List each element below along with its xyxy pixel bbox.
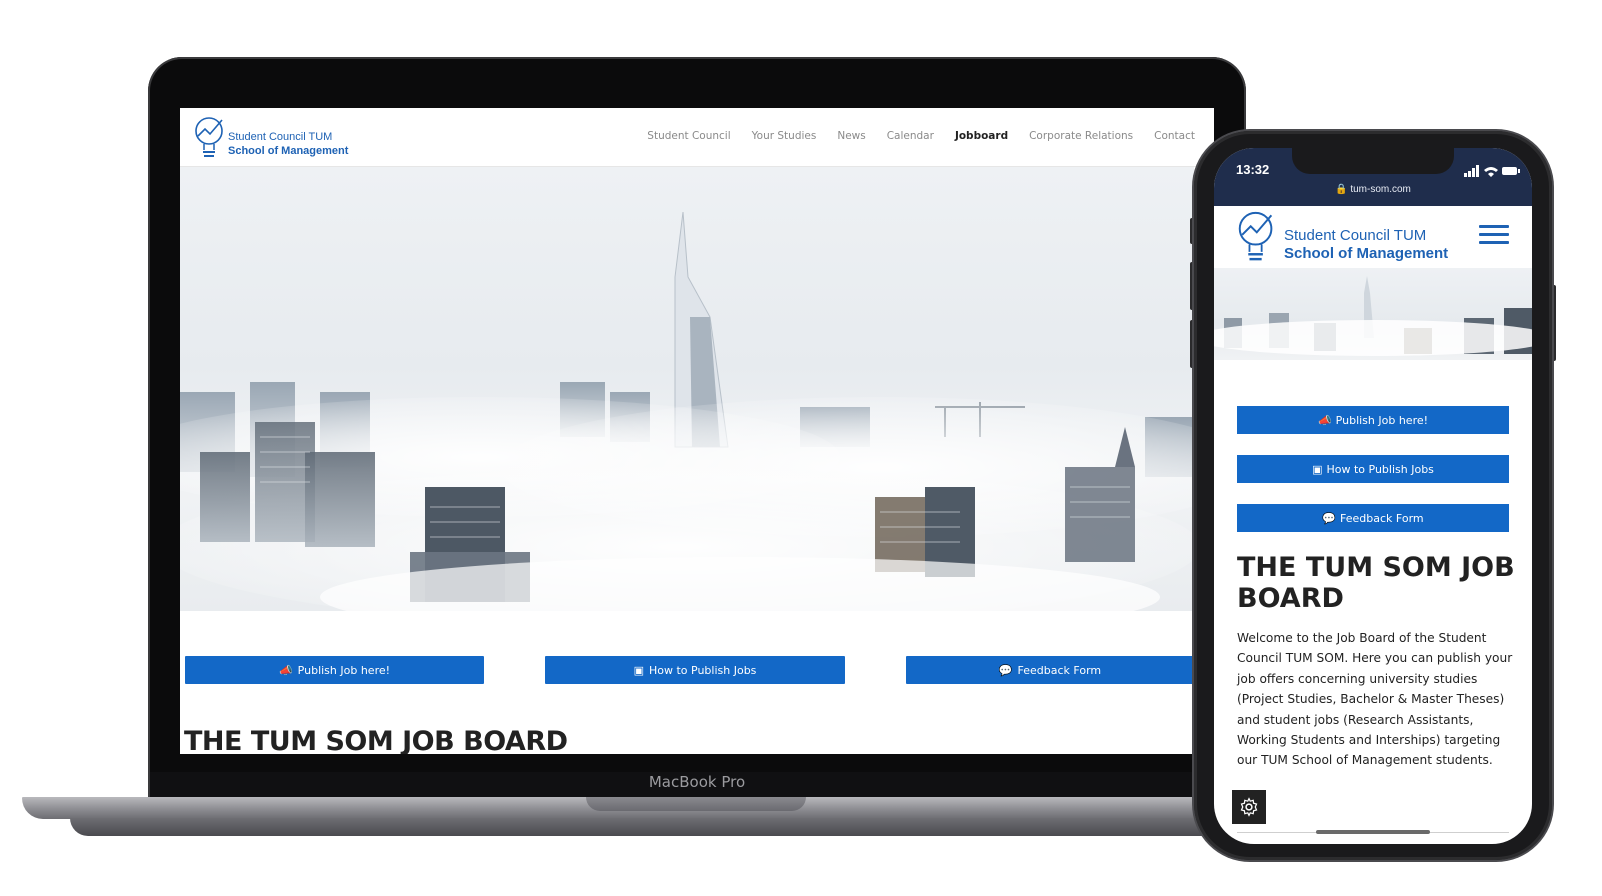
phone-feedback-form-label: Feedback Form <box>1340 511 1424 525</box>
battery-icon <box>1502 167 1520 175</box>
city-in-fog-illustration <box>180 211 1194 611</box>
phone-feedback-form-button[interactable]: 💬 Feedback Form <box>1237 504 1509 532</box>
main-nav: Student Council Your Studies News Calend… <box>647 130 1195 142</box>
megaphone-icon: 📣 <box>1317 413 1332 427</box>
city-in-fog-thumbnail <box>1214 276 1532 356</box>
phone-how-to-publish-button[interactable]: ▣ How to Publish Jobs <box>1237 455 1509 483</box>
how-to-publish-label: How to Publish Jobs <box>648 663 757 677</box>
nav-item-news[interactable]: News <box>837 130 865 142</box>
status-icons <box>1464 165 1520 177</box>
publish-job-label: Publish Job here! <box>297 663 391 677</box>
lightbulb-logo-icon <box>195 117 223 157</box>
publish-job-button[interactable]: 📣 Publish Job here! <box>185 656 484 684</box>
phone-page-title: THE TUM SOM JOB BOARD <box>1237 552 1515 614</box>
nav-item-your-studies[interactable]: Your Studies <box>752 130 817 142</box>
wifi-icon <box>1484 167 1498 177</box>
comments-icon: 💬 <box>1322 511 1337 525</box>
phone-notch <box>1292 148 1454 174</box>
laptop-base-bottom <box>70 818 1348 836</box>
video-icon: ▣ <box>1312 462 1323 476</box>
phone-publish-job-label: Publish Job here! <box>1335 413 1429 427</box>
how-to-publish-button[interactable]: ▣ How to Publish Jobs <box>545 656 845 684</box>
phone-site-header: Student Council TUM School of Management <box>1214 206 1532 268</box>
phone-publish-job-button[interactable]: 📣 Publish Job here! <box>1237 406 1509 434</box>
laptop-model-label: MacBook Pro <box>648 773 746 791</box>
feedback-form-button[interactable]: 💬 Feedback Form <box>906 656 1194 684</box>
settings-button[interactable] <box>1232 790 1266 824</box>
address-bar[interactable]: 🔒 tum-som.com <box>1214 184 1532 195</box>
hero-image-foggy-skyline <box>180 167 1194 611</box>
phone-status-bar: 13:32 🔒 tum-som.com <box>1214 148 1532 206</box>
video-icon: ▣ <box>633 663 644 677</box>
nav-item-jobboard[interactable]: Jobboard <box>955 130 1008 142</box>
feedback-form-label: Feedback Form <box>1017 663 1102 677</box>
megaphone-icon: 📣 <box>278 663 293 677</box>
phone-logo-line2: School of Management <box>1284 245 1449 262</box>
nav-item-student-council[interactable]: Student Council <box>647 130 730 142</box>
phone-intro-text: Welcome to the Job Board of the Student … <box>1237 631 1513 768</box>
cellular-signal-icon <box>1464 165 1479 177</box>
logo-line1: Student Council TUM <box>228 131 333 143</box>
comments-icon: 💬 <box>998 663 1013 677</box>
logo-line2: School of Management <box>228 145 349 157</box>
nav-item-corporate-relations[interactable]: Corporate Relations <box>1029 130 1133 142</box>
lightbulb-logo-icon[interactable] <box>1234 208 1282 264</box>
site-header: Student Council TUM School of Management… <box>180 108 1214 167</box>
phone-screen: 13:32 🔒 tum-som.com Student Council TUM … <box>1214 148 1532 844</box>
phone-how-to-publish-label: How to Publish Jobs <box>1326 462 1434 476</box>
hamburger-icon[interactable] <box>1479 225 1509 247</box>
home-indicator <box>1316 830 1430 834</box>
page-title: THE TUM SOM JOB BOARD <box>184 726 568 754</box>
phone-logo-line1: Student Council TUM <box>1284 227 1427 244</box>
nav-item-contact[interactable]: Contact <box>1154 130 1195 142</box>
laptop-opening-notch <box>586 797 806 811</box>
laptop-screen: Student Council TUM School of Management… <box>180 108 1214 754</box>
nav-item-calendar[interactable]: Calendar <box>887 130 934 142</box>
address-bar-url: tum-som.com <box>1350 184 1411 195</box>
laptop-chin: MacBook Pro <box>150 772 1244 798</box>
phone-hero-image <box>1214 268 1532 360</box>
gear-icon <box>1240 797 1258 817</box>
lock-icon: 🔒 <box>1335 184 1348 195</box>
status-time: 13:32 <box>1236 162 1270 177</box>
